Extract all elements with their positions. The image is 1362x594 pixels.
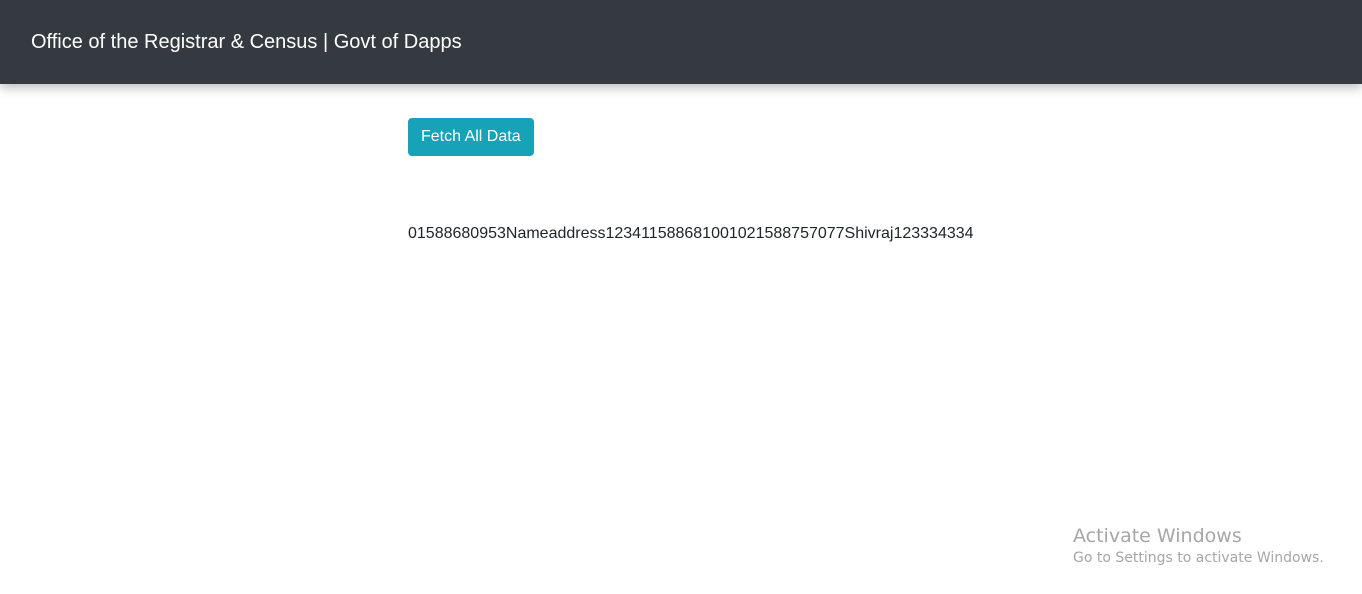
data-output-text: 01588680953Nameaddress123411588681001021… — [408, 225, 974, 242]
top-navbar: Office of the Registrar & Census | Govt … — [0, 0, 1362, 84]
watermark-title: Activate Windows — [1073, 525, 1242, 547]
navbar-brand[interactable]: Office of the Registrar & Census | Govt … — [31, 30, 462, 54]
watermark-subtitle: Go to Settings to activate Windows. — [1073, 550, 1324, 566]
main-content: Fetch All Data 01588680953Nameaddress123… — [408, 118, 1308, 245]
activate-windows-watermark: Activate Windows Go to Settings to activ… — [1073, 524, 1324, 568]
fetch-all-data-button[interactable]: Fetch All Data — [408, 118, 534, 156]
